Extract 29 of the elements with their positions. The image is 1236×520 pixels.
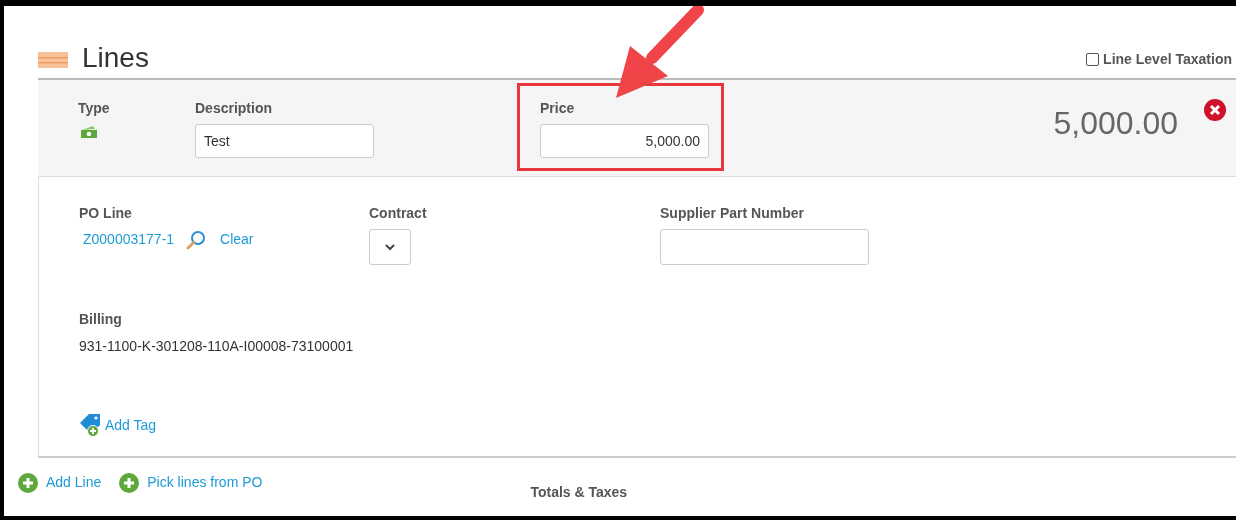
field-label: Type: [78, 99, 111, 118]
plus-circle-icon: [18, 472, 38, 493]
field-label: Price: [540, 99, 576, 118]
field-label: Supplier Part Number: [660, 204, 805, 223]
section-title: Lines: [82, 44, 149, 72]
line-total: 5,000.00: [1053, 107, 1178, 139]
add-link[interactable]: Add Line: [18, 472, 102, 493]
lines-icon: [38, 52, 68, 68]
po-line-link[interactable]: Z000003177-1: [83, 229, 175, 250]
price-field[interactable]: 5,000.00: [540, 124, 709, 158]
description-field[interactable]: Test: [195, 124, 374, 158]
field-label: Contract: [369, 204, 428, 223]
close-icon[interactable]: [1204, 99, 1226, 121]
chevron-down-icon: [385, 243, 395, 251]
field-label: Description: [195, 99, 273, 118]
supplier-part-number-field[interactable]: [660, 229, 869, 265]
checkbox-label: Line Level Taxation: [1103, 50, 1232, 69]
plus-circle-icon: [119, 472, 140, 493]
search-icon[interactable]: [186, 229, 207, 250]
billing-code: 931-1100-K-301208-110A-I00008-73100001: [79, 337, 355, 356]
field-label: Billing: [79, 310, 123, 329]
clear-link[interactable]: Clear: [220, 229, 254, 250]
totals-heading: Totals & Taxes: [530, 483, 628, 502]
money-icon: [80, 125, 98, 139]
add-tag-link[interactable]: Add Tag: [79, 413, 1236, 437]
add-link[interactable]: Pick lines from PO: [119, 472, 263, 493]
checkbox[interactable]: [1086, 53, 1100, 66]
tag-icon: [79, 413, 103, 437]
field-label: PO Line: [79, 204, 133, 223]
